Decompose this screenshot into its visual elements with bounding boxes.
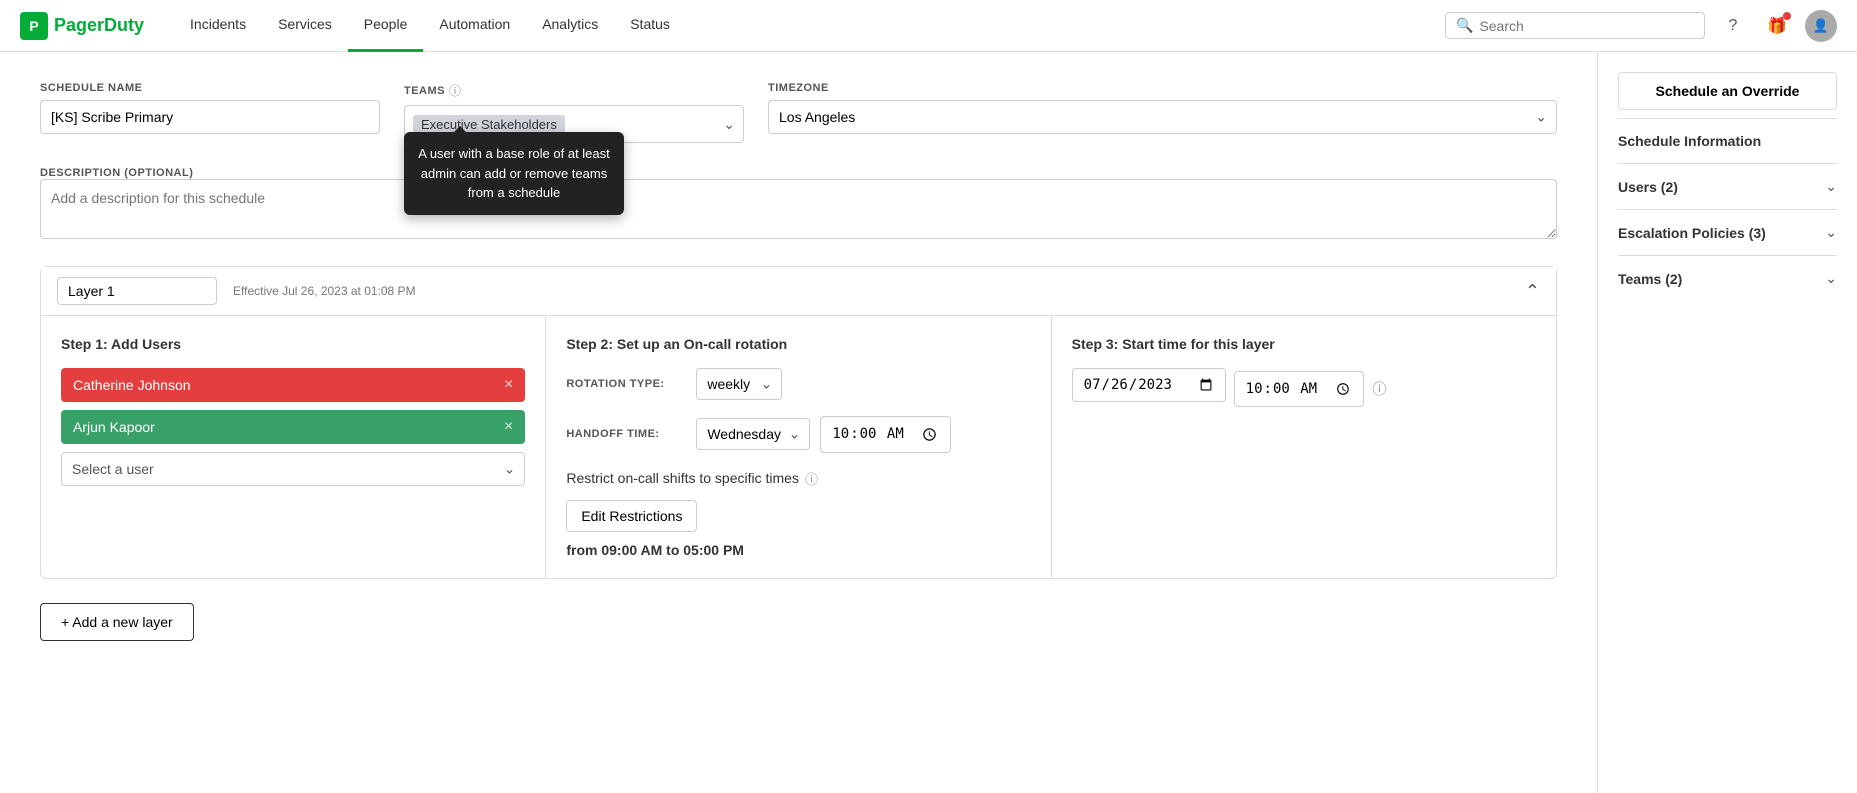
rotation-type-select-wrapper: weekly daily custom ⌄ [696, 368, 782, 400]
start-date-input[interactable] [1072, 368, 1226, 402]
rotation-type-label: ROTATION TYPE: [566, 378, 686, 390]
user-name-arjun: Arjun Kapoor [73, 419, 155, 435]
time-range-text: from 09:00 AM to 05:00 PM [566, 542, 1030, 558]
nav-item-services[interactable]: Services [262, 0, 348, 52]
description-label: DESCRIPTION (OPTIONAL) [40, 167, 193, 179]
add-layer-button[interactable]: + Add a new layer [40, 603, 194, 641]
logo-icon: P [20, 12, 48, 40]
navbar: P PagerDuty Incidents Services People Au… [0, 0, 1857, 52]
sidebar-users[interactable]: Users (2) ⌄ [1618, 163, 1837, 209]
escalation-chevron-icon: ⌄ [1825, 224, 1837, 241]
layer-collapse-button[interactable]: ⌃ [1525, 281, 1540, 302]
notifications-button[interactable]: 🎁 [1761, 10, 1793, 42]
teams-label: TEAMS [404, 85, 445, 97]
rotation-type-row: ROTATION TYPE: weekly daily custom ⌄ [566, 368, 1030, 400]
teams-tooltip: A user with a base role of at least admi… [404, 132, 624, 215]
layer-header: Effective Jul 26, 2023 at 01:08 PM ⌃ [41, 267, 1556, 316]
description-group: DESCRIPTION (OPTIONAL) [40, 163, 1557, 242]
schedule-info-label: Schedule Information [1618, 133, 1761, 149]
start-time-info-icon[interactable]: ⓘ [1372, 379, 1386, 399]
handoff-day-select-wrapper: SundayMondayTuesday WednesdayThursdayFri… [696, 418, 810, 450]
step3-panel: Step 3: Start time for this layer ⓘ [1052, 316, 1556, 578]
select-user-dropdown[interactable]: Select a user [61, 452, 525, 486]
step2-panel: Step 2: Set up an On-call rotation ROTAT… [546, 316, 1051, 578]
step1-title: Step 1: Add Users [61, 336, 525, 352]
nav-item-analytics[interactable]: Analytics [526, 0, 614, 52]
schedule-name-group: SCHEDULE NAME [40, 82, 380, 134]
select-user-wrapper: Select a user ⌄ [61, 452, 525, 486]
timezone-label: TIMEZONE [768, 82, 1557, 94]
timezone-select[interactable]: Los Angeles New York UTC [768, 100, 1557, 134]
edit-restrictions-button[interactable]: Edit Restrictions [566, 500, 697, 532]
handoff-time-input[interactable] [820, 416, 951, 453]
search-icon: 🔍 [1456, 17, 1473, 34]
nav-item-people[interactable]: People [348, 0, 424, 52]
nav-items: Incidents Services People Automation Ana… [174, 0, 686, 52]
restrict-row: Restrict on-call shifts to specific time… [566, 469, 1030, 488]
timezone-select-wrapper: Los Angeles New York UTC ⌄ [768, 100, 1557, 134]
user-tag-catherine: Catherine Johnson × [61, 368, 525, 402]
sidebar-schedule-info[interactable]: Schedule Information [1618, 118, 1837, 163]
help-button[interactable]: ? [1717, 10, 1749, 42]
schedule-name-input[interactable] [40, 100, 380, 134]
teams-sidebar-label: Teams (2) [1618, 271, 1682, 287]
sidebar-teams[interactable]: Teams (2) ⌄ [1618, 255, 1837, 301]
main-container: SCHEDULE NAME TEAMS ⓘ Executive Stakehol… [0, 52, 1857, 793]
sidebar: Schedule an Override Schedule Informatio… [1597, 52, 1857, 793]
escalation-label: Escalation Policies (3) [1618, 225, 1766, 241]
step3-title: Step 3: Start time for this layer [1072, 336, 1536, 352]
teams-chevron-icon: ⌄ [723, 116, 735, 133]
search-box[interactable]: 🔍 [1445, 12, 1705, 39]
user-tag-arjun: Arjun Kapoor × [61, 410, 525, 444]
remove-arjun-button[interactable]: × [504, 418, 513, 436]
rotation-type-select[interactable]: weekly daily custom [696, 368, 782, 400]
teams-info-icon[interactable]: ⓘ [449, 82, 461, 99]
users-chevron-icon: ⌄ [1825, 178, 1837, 195]
teams-group: TEAMS ⓘ Executive Stakeholders ⌄ A user … [404, 82, 744, 143]
layer-header-left: Effective Jul 26, 2023 at 01:08 PM [57, 277, 416, 305]
layer-body: Step 1: Add Users Catherine Johnson × Ar… [41, 316, 1556, 578]
teams-label-row: TEAMS ⓘ [404, 82, 744, 99]
layer-container: Effective Jul 26, 2023 at 01:08 PM ⌃ Ste… [40, 266, 1557, 579]
nav-item-automation[interactable]: Automation [423, 0, 526, 52]
handoff-time-label: HANDOFF TIME: [566, 428, 686, 440]
logo-text: PagerDuty [54, 15, 144, 36]
nav-item-incidents[interactable]: Incidents [174, 0, 262, 52]
nav-item-status[interactable]: Status [614, 0, 686, 52]
layer-name-input[interactable] [57, 277, 217, 305]
restrict-label: Restrict on-call shifts to specific time… [566, 470, 799, 486]
teams-tag: Executive Stakeholders [413, 115, 565, 134]
handoff-day-select[interactable]: SundayMondayTuesday WednesdayThursdayFri… [696, 418, 810, 450]
sidebar-escalation-policies[interactable]: Escalation Policies (3) ⌄ [1618, 209, 1837, 255]
timezone-group: TIMEZONE Los Angeles New York UTC ⌄ [768, 82, 1557, 134]
step1-panel: Step 1: Add Users Catherine Johnson × Ar… [41, 316, 546, 578]
teams-chevron-icon: ⌄ [1825, 270, 1837, 287]
user-name-catherine: Catherine Johnson [73, 377, 191, 393]
search-input[interactable] [1479, 18, 1694, 34]
layer-effective-text: Effective Jul 26, 2023 at 01:08 PM [233, 284, 416, 298]
start-time-input[interactable] [1234, 371, 1365, 408]
notification-badge [1783, 12, 1791, 20]
step2-title: Step 2: Set up an On-call rotation [566, 336, 1030, 352]
remove-catherine-button[interactable]: × [504, 376, 513, 394]
logo[interactable]: P PagerDuty [20, 12, 144, 40]
step3-inputs-row: ⓘ [1072, 368, 1536, 410]
form-row-top: SCHEDULE NAME TEAMS ⓘ Executive Stakehol… [40, 82, 1557, 143]
navbar-right: 🔍 ? 🎁 👤 [1445, 10, 1837, 42]
handoff-time-row: HANDOFF TIME: SundayMondayTuesday Wednes… [566, 416, 1030, 453]
schedule-override-button[interactable]: Schedule an Override [1618, 72, 1837, 110]
restrict-info-icon[interactable]: ⓘ [805, 469, 818, 488]
avatar[interactable]: 👤 [1805, 10, 1837, 42]
schedule-name-label: SCHEDULE NAME [40, 82, 380, 94]
users-label: Users (2) [1618, 179, 1678, 195]
content-area: SCHEDULE NAME TEAMS ⓘ Executive Stakehol… [0, 52, 1597, 793]
description-textarea[interactable] [40, 179, 1557, 239]
